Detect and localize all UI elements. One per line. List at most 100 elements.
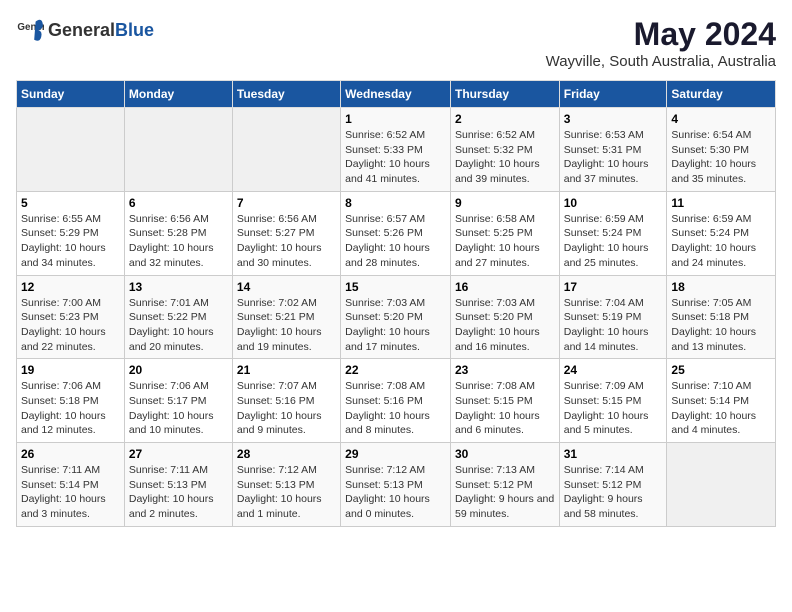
day-info: Sunrise: 6:52 AM Sunset: 5:32 PM Dayligh… [455, 128, 555, 187]
day-info: Sunrise: 6:53 AM Sunset: 5:31 PM Dayligh… [564, 128, 663, 187]
day-number: 18 [671, 280, 771, 294]
day-number: 9 [455, 196, 555, 210]
day-info: Sunrise: 7:13 AM Sunset: 5:12 PM Dayligh… [455, 463, 555, 522]
day-info: Sunrise: 6:55 AM Sunset: 5:29 PM Dayligh… [21, 212, 120, 271]
day-info: Sunrise: 7:09 AM Sunset: 5:15 PM Dayligh… [564, 379, 663, 438]
day-number: 23 [455, 363, 555, 377]
day-info: Sunrise: 6:56 AM Sunset: 5:27 PM Dayligh… [237, 212, 336, 271]
day-info: Sunrise: 7:10 AM Sunset: 5:14 PM Dayligh… [671, 379, 771, 438]
calendar-header-thursday: Thursday [450, 81, 559, 108]
calendar-cell: 25 Sunrise: 7:10 AM Sunset: 5:14 PM Dayli… [667, 359, 776, 443]
page-title: May 2024 [546, 16, 776, 53]
day-info: Sunrise: 7:14 AM Sunset: 5:12 PM Dayligh… [564, 463, 663, 522]
logo: General General Blue [16, 16, 154, 44]
day-number: 30 [455, 447, 555, 461]
calendar-cell: 3Sunrise: 6:53 AM Sunset: 5:31 PM Daylig… [559, 108, 667, 192]
day-number: 27 [129, 447, 228, 461]
day-number: 6 [129, 196, 228, 210]
day-info: Sunrise: 6:56 AM Sunset: 5:28 PM Dayligh… [129, 212, 228, 271]
day-info: Sunrise: 6:54 AM Sunset: 5:30 PM Dayligh… [671, 128, 771, 187]
calendar-cell: 13 Sunrise: 7:01 AM Sunset: 5:22 PM Dayli… [124, 275, 232, 359]
day-number: 24 [564, 363, 663, 377]
calendar-cell: 20 Sunrise: 7:06 AM Sunset: 5:17 PM Dayli… [124, 359, 232, 443]
day-number: 16 [455, 280, 555, 294]
day-number: 31 [564, 447, 663, 461]
day-number: 4 [671, 112, 771, 126]
calendar-cell: 18 Sunrise: 7:05 AM Sunset: 5:18 PM Dayli… [667, 275, 776, 359]
logo-icon: General [16, 16, 44, 44]
day-number: 13 [129, 280, 228, 294]
day-info: Sunrise: 7:07 AM Sunset: 5:16 PM Dayligh… [237, 379, 336, 438]
calendar-header-monday: Monday [124, 81, 232, 108]
day-number: 25 [671, 363, 771, 377]
day-number: 22 [345, 363, 446, 377]
calendar-cell: 27 Sunrise: 7:11 AM Sunset: 5:13 PM Dayli… [124, 443, 232, 527]
calendar-cell: 11 Sunrise: 6:59 AM Sunset: 5:24 PM Dayli… [667, 191, 776, 275]
day-info: Sunrise: 7:12 AM Sunset: 5:13 PM Dayligh… [345, 463, 446, 522]
day-number: 1 [345, 112, 446, 126]
day-info: Sunrise: 6:58 AM Sunset: 5:25 PM Dayligh… [455, 212, 555, 271]
day-number: 29 [345, 447, 446, 461]
calendar-cell: 12 Sunrise: 7:00 AM Sunset: 5:23 PM Dayli… [17, 275, 125, 359]
day-info: Sunrise: 7:12 AM Sunset: 5:13 PM Dayligh… [237, 463, 336, 522]
calendar-header-saturday: Saturday [667, 81, 776, 108]
calendar-cell: 29 Sunrise: 7:12 AM Sunset: 5:13 PM Dayli… [341, 443, 451, 527]
calendar-header-row: SundayMondayTuesdayWednesdayThursdayFrid… [17, 81, 776, 108]
calendar-cell: 24 Sunrise: 7:09 AM Sunset: 5:15 PM Dayli… [559, 359, 667, 443]
calendar-table: SundayMondayTuesdayWednesdayThursdayFrid… [16, 80, 776, 527]
calendar-cell: 10 Sunrise: 6:59 AM Sunset: 5:24 PM Dayli… [559, 191, 667, 275]
day-number: 2 [455, 112, 555, 126]
calendar-cell: 23Sunrise: 7:08 AM Sunset: 5:15 PM Dayli… [450, 359, 559, 443]
calendar-week-row: 5 Sunrise: 6:55 AM Sunset: 5:29 PM Daylig… [17, 191, 776, 275]
day-number: 12 [21, 280, 120, 294]
calendar-header-tuesday: Tuesday [232, 81, 340, 108]
day-info: Sunrise: 6:57 AM Sunset: 5:26 PM Dayligh… [345, 212, 446, 271]
calendar-cell: 15Sunrise: 7:03 AM Sunset: 5:20 PM Dayli… [341, 275, 451, 359]
day-info: Sunrise: 7:11 AM Sunset: 5:14 PM Dayligh… [21, 463, 120, 522]
day-number: 10 [564, 196, 663, 210]
day-info: Sunrise: 6:59 AM Sunset: 5:24 PM Dayligh… [671, 212, 771, 271]
calendar-cell: 14Sunrise: 7:02 AM Sunset: 5:21 PM Dayli… [232, 275, 340, 359]
day-info: Sunrise: 7:11 AM Sunset: 5:13 PM Dayligh… [129, 463, 228, 522]
day-info: Sunrise: 7:00 AM Sunset: 5:23 PM Dayligh… [21, 296, 120, 355]
day-number: 19 [21, 363, 120, 377]
day-info: Sunrise: 6:59 AM Sunset: 5:24 PM Dayligh… [564, 212, 663, 271]
calendar-cell: 5 Sunrise: 6:55 AM Sunset: 5:29 PM Daylig… [17, 191, 125, 275]
day-number: 5 [21, 196, 120, 210]
calendar-week-row: 26Sunrise: 7:11 AM Sunset: 5:14 PM Dayli… [17, 443, 776, 527]
day-number: 11 [671, 196, 771, 210]
calendar-cell: 7 Sunrise: 6:56 AM Sunset: 5:27 PM Daylig… [232, 191, 340, 275]
calendar-cell: 1 Sunrise: 6:52 AM Sunset: 5:33 PM Daylig… [341, 108, 451, 192]
calendar-cell: 26Sunrise: 7:11 AM Sunset: 5:14 PM Dayli… [17, 443, 125, 527]
calendar-cell [17, 108, 125, 192]
calendar-cell: 31 Sunrise: 7:14 AM Sunset: 5:12 PM Dayli… [559, 443, 667, 527]
calendar-header-friday: Friday [559, 81, 667, 108]
calendar-cell: 22Sunrise: 7:08 AM Sunset: 5:16 PM Dayli… [341, 359, 451, 443]
day-info: Sunrise: 7:06 AM Sunset: 5:17 PM Dayligh… [129, 379, 228, 438]
calendar-cell: 17Sunrise: 7:04 AM Sunset: 5:19 PM Dayli… [559, 275, 667, 359]
day-number: 28 [237, 447, 336, 461]
calendar-cell: 16 Sunrise: 7:03 AM Sunset: 5:20 PM Dayli… [450, 275, 559, 359]
day-info: Sunrise: 7:06 AM Sunset: 5:18 PM Dayligh… [21, 379, 120, 438]
day-info: Sunrise: 6:52 AM Sunset: 5:33 PM Dayligh… [345, 128, 446, 187]
calendar-cell: 19 Sunrise: 7:06 AM Sunset: 5:18 PM Dayli… [17, 359, 125, 443]
page-subtitle: Wayville, South Australia, Australia [546, 53, 776, 70]
day-info: Sunrise: 7:03 AM Sunset: 5:20 PM Dayligh… [455, 296, 555, 355]
calendar-cell: 21Sunrise: 7:07 AM Sunset: 5:16 PM Dayli… [232, 359, 340, 443]
calendar-header-wednesday: Wednesday [341, 81, 451, 108]
logo-blue-text: Blue [115, 20, 154, 41]
day-info: Sunrise: 7:05 AM Sunset: 5:18 PM Dayligh… [671, 296, 771, 355]
day-info: Sunrise: 7:01 AM Sunset: 5:22 PM Dayligh… [129, 296, 228, 355]
day-number: 20 [129, 363, 228, 377]
calendar-cell: 2 Sunrise: 6:52 AM Sunset: 5:32 PM Daylig… [450, 108, 559, 192]
calendar-cell [232, 108, 340, 192]
calendar-cell: 8Sunrise: 6:57 AM Sunset: 5:26 PM Daylig… [341, 191, 451, 275]
calendar-header-sunday: Sunday [17, 81, 125, 108]
day-number: 7 [237, 196, 336, 210]
calendar-cell: 28 Sunrise: 7:12 AM Sunset: 5:13 PM Dayli… [232, 443, 340, 527]
page-header: General General Blue May 2024 Wayville, … [16, 16, 776, 70]
day-number: 17 [564, 280, 663, 294]
calendar-cell: 9 Sunrise: 6:58 AM Sunset: 5:25 PM Daylig… [450, 191, 559, 275]
calendar-week-row: 19 Sunrise: 7:06 AM Sunset: 5:18 PM Dayli… [17, 359, 776, 443]
day-info: Sunrise: 7:03 AM Sunset: 5:20 PM Dayligh… [345, 296, 446, 355]
